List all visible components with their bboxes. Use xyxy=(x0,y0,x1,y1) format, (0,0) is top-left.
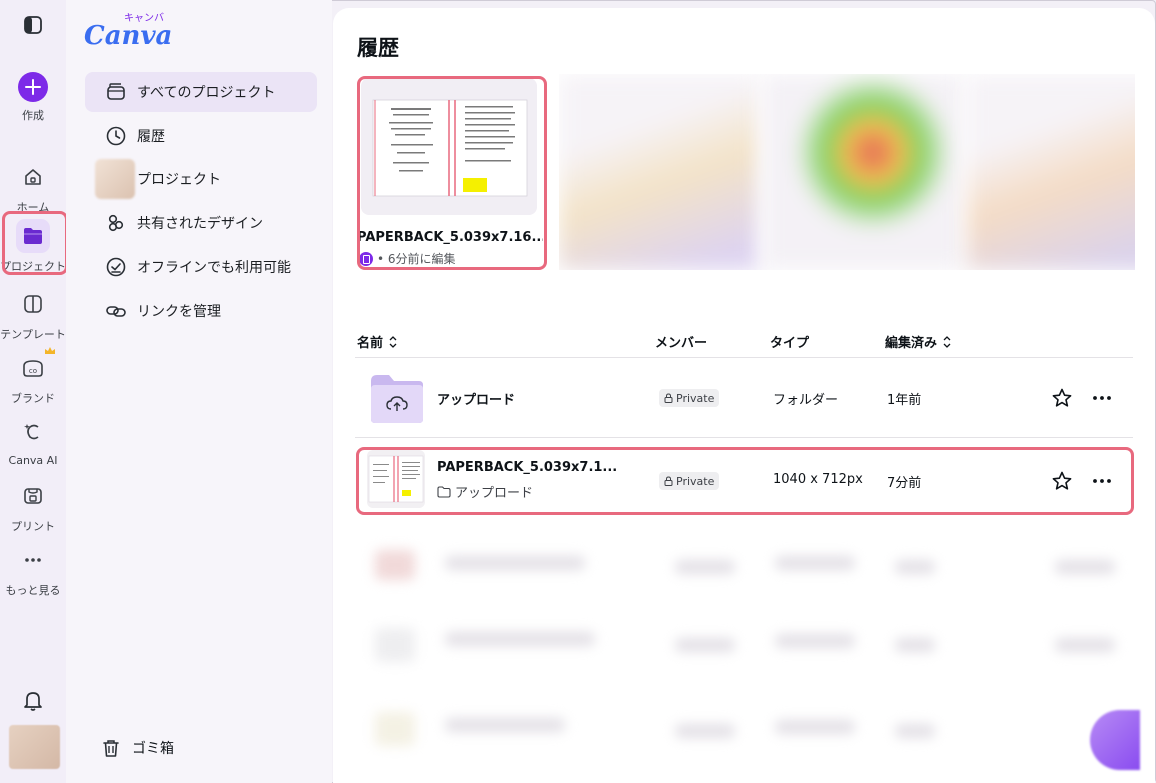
create-label: 作成 xyxy=(22,109,44,122)
upload-folder-icon xyxy=(371,375,423,423)
more-dots-icon xyxy=(16,543,50,577)
rail-label-more: もっと見る xyxy=(5,584,61,597)
bell-icon[interactable] xyxy=(22,688,44,712)
trash-label: ゴミ箱 xyxy=(132,741,174,757)
sidebar-item-projects[interactable]: プロジェクト xyxy=(85,159,317,199)
privacy-badge: Private xyxy=(659,389,720,407)
sidebar-item-label: 履歴 xyxy=(137,129,165,145)
rail-label-templates: テンプレート xyxy=(0,328,66,341)
sort-icon xyxy=(943,335,951,348)
row-type: フォルダー xyxy=(773,393,839,408)
blurred-card xyxy=(559,74,759,270)
main-panel: 履歴 PAPERBACK_5.039x7.16... • 6分前に編集 名前 メ… xyxy=(333,8,1155,783)
column-header-edited[interactable]: 編集済み xyxy=(885,332,951,351)
row-title: アップロード xyxy=(437,393,516,408)
svg-text:co: co xyxy=(29,367,37,375)
sidebar-item-shared-designs[interactable]: 共有されたデザイン xyxy=(85,203,317,243)
rail-label-brand: ブランド xyxy=(11,392,55,405)
home-icon xyxy=(16,160,50,194)
sort-icon xyxy=(389,335,397,348)
rail-label-canva-ai: Canva AI xyxy=(8,454,58,467)
column-header-label: 編集済み xyxy=(885,336,938,351)
rail-item-canva-ai[interactable]: Canva AI xyxy=(0,415,66,467)
shared-people-icon xyxy=(105,212,127,234)
sidebar-toggle-icon[interactable] xyxy=(22,14,44,36)
rail-item-templates[interactable]: テンプレート xyxy=(0,287,66,342)
canva-ai-icon xyxy=(16,415,50,449)
divider xyxy=(355,437,1133,438)
divider xyxy=(355,357,1133,358)
canva-logo[interactable]: キャンバ Canva xyxy=(84,10,174,50)
svg-text:Canva: Canva xyxy=(84,21,172,50)
rail-item-home[interactable]: ホーム xyxy=(0,160,66,215)
sidebar-item-history[interactable]: 履歴 xyxy=(85,116,317,156)
brand-icon: co xyxy=(16,351,50,385)
privacy-label: Private xyxy=(676,391,715,405)
column-header-label: タイプ xyxy=(770,336,810,351)
star-icon[interactable] xyxy=(1051,387,1073,409)
column-header-label: 名前 xyxy=(357,336,384,351)
plus-icon xyxy=(18,72,48,102)
offline-check-icon xyxy=(105,256,127,278)
blurred-recent-designs xyxy=(559,74,1135,270)
sidebar-item-offline[interactable]: オフラインでも利用可能 xyxy=(85,247,317,287)
blurred-card xyxy=(763,74,963,270)
sidebar-item-label: オフラインでも利用可能 xyxy=(137,260,291,276)
projects-sidebar: キャンバ Canva すべてのプロジェクト 履歴 プロジェクト 共有されたデザイ… xyxy=(66,0,332,783)
sidebar-item-label: リンクを管理 xyxy=(137,304,221,320)
column-header-name[interactable]: 名前 xyxy=(357,332,397,351)
column-header-label: メンバー xyxy=(655,336,708,351)
trash-button[interactable]: ゴミ箱 xyxy=(100,737,174,759)
lock-icon xyxy=(664,393,673,403)
create-button[interactable]: 作成 xyxy=(8,72,58,123)
rail-item-brand[interactable]: co ブランド xyxy=(0,351,66,406)
avatar[interactable] xyxy=(9,725,60,769)
projects-highlight xyxy=(2,211,68,275)
table-row[interactable]: アップロード Private フォルダー 1年前 xyxy=(355,359,1133,437)
project-avatar xyxy=(95,159,135,199)
stack-folder-icon xyxy=(105,81,127,103)
template-icon xyxy=(16,287,50,321)
column-header-type: タイプ xyxy=(770,332,809,351)
print-icon xyxy=(16,479,50,513)
trash-icon xyxy=(100,737,122,759)
blurred-rows xyxy=(355,528,1135,783)
design-row-highlight xyxy=(356,447,1134,515)
sidebar-item-label: 共有されたデザイン xyxy=(137,216,263,232)
rail-item-more[interactable]: もっと見る xyxy=(0,543,66,598)
sidebar-item-all-projects[interactable]: すべてのプロジェクト xyxy=(85,72,317,112)
recent-card-highlight xyxy=(357,76,547,270)
sidebar-item-label: プロジェクト xyxy=(137,172,221,188)
left-rail: 作成 ホーム プロジェクト テンプレート co ブランド Canva AI プリ… xyxy=(0,0,68,783)
sidebar-item-manage-links[interactable]: リンクを管理 xyxy=(85,291,317,331)
clock-icon xyxy=(105,125,127,147)
link-icon xyxy=(105,300,127,322)
more-options-icon[interactable] xyxy=(1091,387,1113,409)
blurred-card xyxy=(967,74,1135,270)
rail-label-print: プリント xyxy=(11,520,55,533)
rail-item-print[interactable]: プリント xyxy=(0,479,66,534)
sidebar-item-label: すべてのプロジェクト xyxy=(137,85,276,101)
row-edited: 1年前 xyxy=(887,393,922,408)
column-header-members: メンバー xyxy=(655,332,707,351)
page-title: 履歴 xyxy=(357,36,399,60)
